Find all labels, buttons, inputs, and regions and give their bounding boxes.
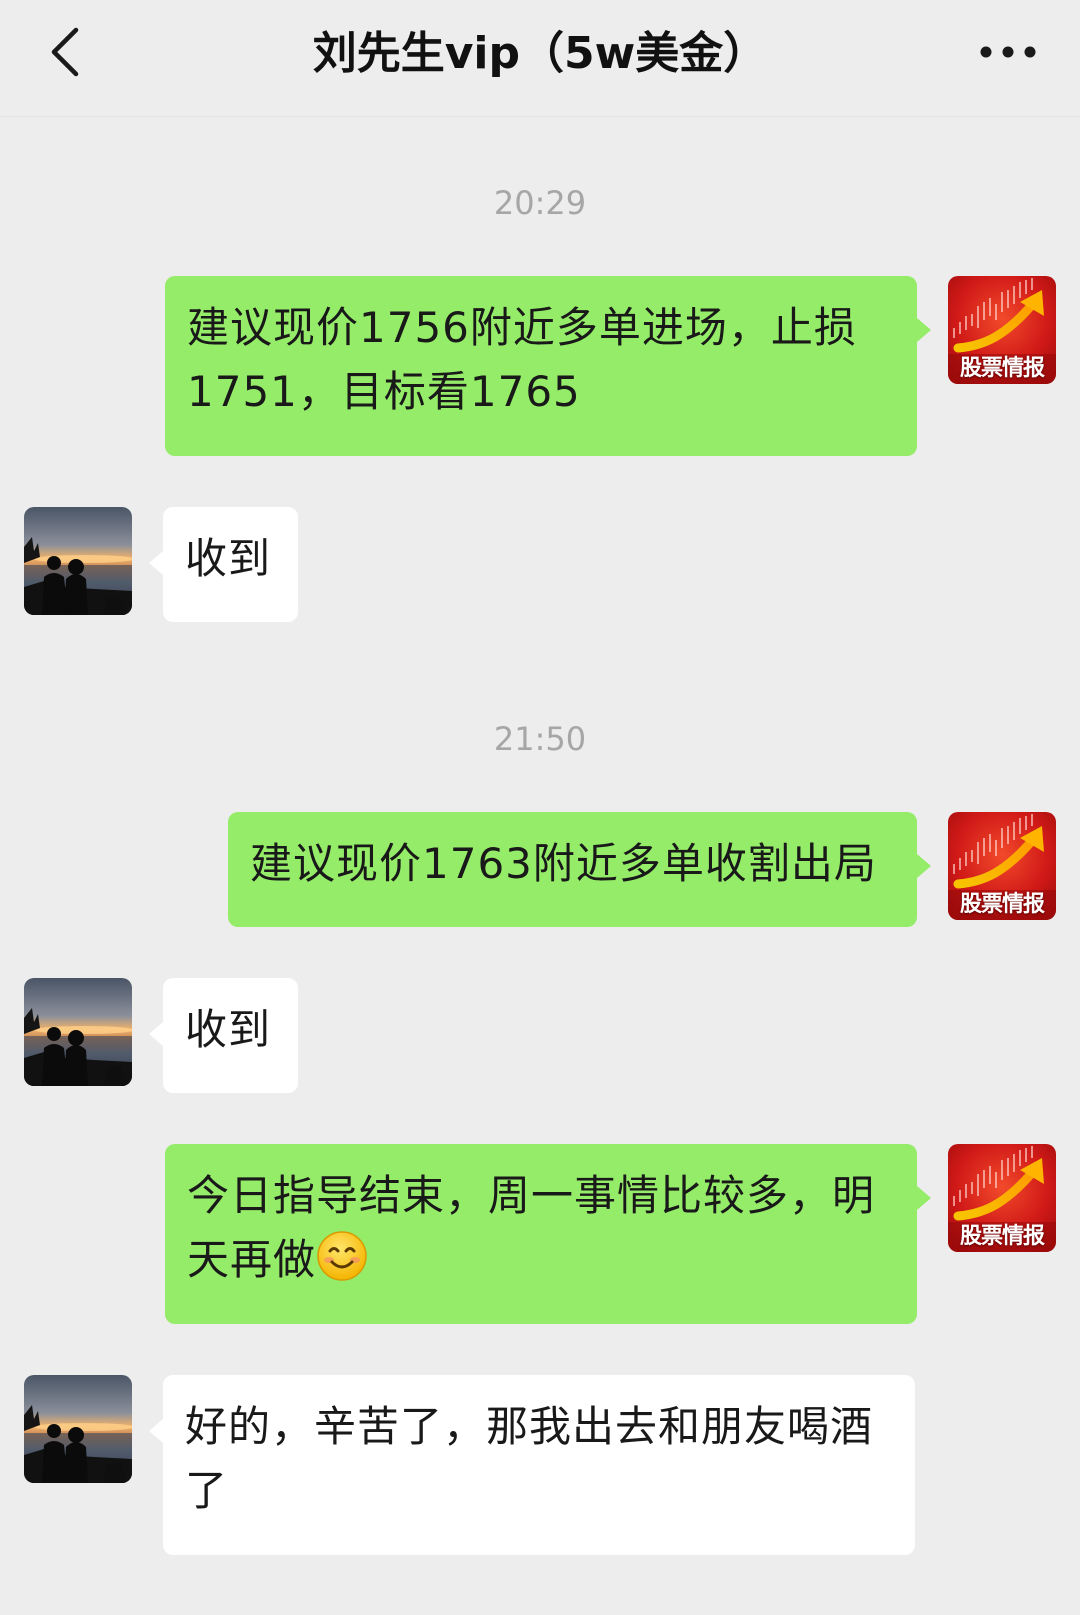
sunset-silhouette-photo (24, 978, 132, 1086)
more-button[interactable] (972, 28, 1044, 76)
chat-header: 刘先生vip（5w美金） (0, 0, 1080, 117)
sunset-silhouette-photo (24, 507, 132, 615)
contact-avatar[interactable] (24, 978, 132, 1086)
outgoing-message-bubble[interactable]: 今日指导结束，周一事情比较多，明天再做 (165, 1144, 931, 1324)
sender-avatar[interactable]: 股票情报 (948, 812, 1056, 920)
avatar-label: 股票情报 (959, 356, 1045, 381)
sender-avatar[interactable]: 股票情报 (948, 1144, 1056, 1252)
contact-avatar[interactable] (24, 507, 132, 615)
sunset-silhouette-photo (24, 1375, 132, 1483)
chat-title: 刘先生vip（5w美金） (312, 28, 768, 79)
incoming-message-bubble[interactable]: 收到 (149, 978, 298, 1093)
avatar-label: 股票情报 (959, 892, 1045, 917)
message-timestamp: 21:50 (493, 720, 587, 758)
smiling-face-icon (317, 1231, 367, 1281)
more-dots-icon (980, 46, 1036, 58)
message-timestamp: 20:29 (493, 184, 587, 222)
contact-avatar[interactable] (24, 1375, 132, 1483)
incoming-message-bubble[interactable]: 好的，辛苦了，那我出去和朋友喝酒了 (149, 1375, 915, 1555)
outgoing-message-bubble[interactable]: 建议现价1763附近多单收割出局 (228, 812, 931, 927)
message-text: 今日指导结束，周一事情比较多，明天再做 (187, 1171, 876, 1284)
incoming-message-bubble[interactable]: 收到 (149, 507, 298, 622)
avatar-label: 股票情报 (959, 1224, 1045, 1249)
sender-avatar[interactable]: 股票情报 (948, 276, 1056, 384)
outgoing-message-bubble[interactable]: 建议现价1756附近多单进场，止损1751，目标看1765 (165, 276, 931, 456)
